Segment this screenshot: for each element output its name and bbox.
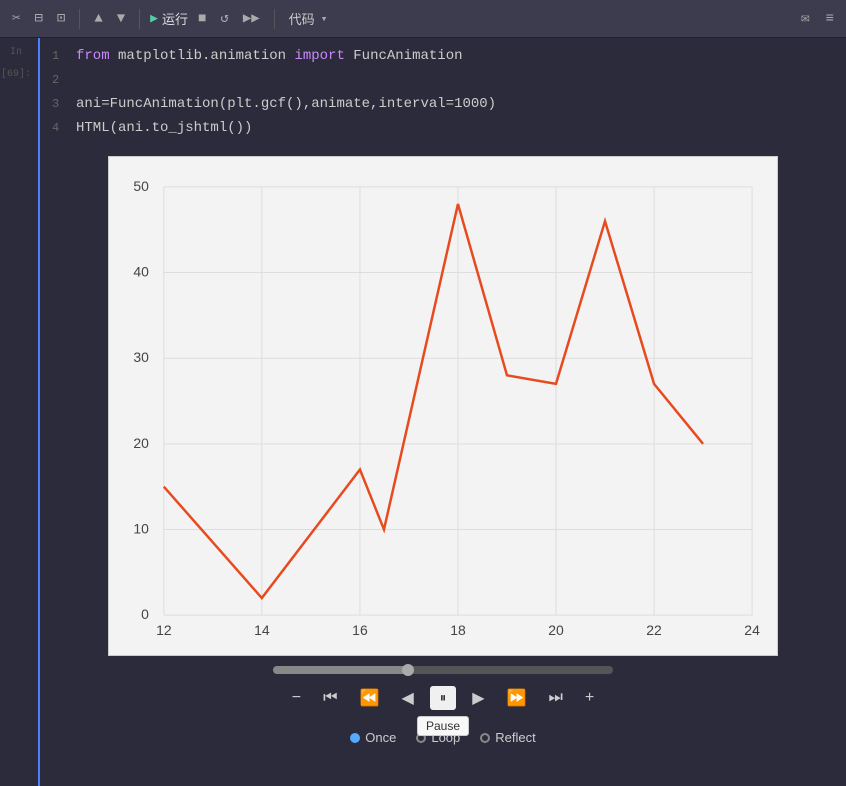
move-down-icon[interactable]: ▼ [113,9,129,29]
progress-handle[interactable] [402,664,414,676]
email-icon[interactable]: ✉ [797,8,813,29]
toolbar-right: ✉ ≡ [797,8,838,29]
code-area: 1 from matplotlib.animation import FuncA… [40,38,846,146]
prev-frame-button[interactable]: ⏪ [354,684,386,712]
play-button[interactable]: ▶ [466,684,490,712]
svg-text:22: 22 [646,622,662,638]
play-icon: ▶ [150,11,158,26]
minus-button[interactable]: − [286,685,307,711]
progress-fill [273,666,409,674]
reflect-option[interactable]: Reflect [480,730,535,745]
svg-text:20: 20 [133,435,149,451]
gutter: In [69]: [0,38,40,786]
chart-svg: .grid-line { stroke: #ddd; stroke-width:… [109,157,777,655]
once-radio[interactable] [350,733,360,743]
play-icon: ▶ [472,688,484,708]
svg-text:30: 30 [133,349,149,365]
svg-text:16: 16 [352,622,368,638]
pause-button[interactable]: ⏸ Pause [430,686,457,710]
svg-text:40: 40 [133,264,149,280]
plus-button[interactable]: + [579,685,600,711]
code-line-4: 4 HTML(ani.to_jshtml()) [52,116,834,140]
skip-to-end-icon: ⏭ [548,689,562,707]
code-line-3: 3 ani=FuncAnimation(plt.gcf(),animate,in… [52,92,834,116]
skip-to-end-button[interactable]: ⏭ [542,685,568,711]
chart-wrapper: .grid-line { stroke: #ddd; stroke-width:… [40,146,846,753]
control-buttons: − ⏮ ⏪ ◀ ⏸ Pause ▶ [286,684,600,712]
separator-1 [79,9,80,29]
next-frame-icon: ⏩ [507,688,527,708]
minus-icon: − [292,689,301,707]
svg-text:20: 20 [548,622,564,638]
reflect-radio[interactable] [480,733,490,743]
code-text-1: from matplotlib.animation import FuncAni… [76,44,463,68]
svg-text:10: 10 [133,520,149,536]
svg-text:18: 18 [450,622,466,638]
loop-label: Loop [431,730,460,745]
loop-option[interactable]: Loop [416,730,460,745]
line-num-1: 1 [52,44,68,68]
code-text-4: HTML(ani.to_jshtml()) [76,116,252,140]
separator-3 [274,9,275,29]
scissors-icon[interactable]: ✂ [8,8,24,29]
stop-icon[interactable]: ■ [194,9,210,29]
svg-text:24: 24 [744,622,760,638]
skip-to-start-button[interactable]: ⏮ [317,685,343,711]
copy-icon[interactable]: ⊟ [30,8,46,29]
svg-text:0: 0 [141,606,149,622]
chart-container: .grid-line { stroke: #ddd; stroke-width:… [108,156,778,656]
pause-icon: ⏸ [440,690,447,706]
animation-controls: − ⏮ ⏪ ◀ ⏸ Pause ▶ [50,656,836,753]
fast-forward-icon[interactable]: ▶▶ [239,8,264,29]
run-label: 运行 [162,9,188,28]
line-num-2: 2 [52,68,68,92]
code-label: 代码 [289,9,315,28]
once-option[interactable]: Once [350,730,396,745]
code-text-2 [76,68,84,92]
cell-label: In [69]: [0,42,32,86]
line-num-3: 3 [52,92,68,116]
svg-text:14: 14 [254,622,270,638]
run-button[interactable]: ▶ 运行 [150,9,188,28]
prev-frame-icon: ⏪ [360,688,380,708]
svg-text:50: 50 [133,178,149,194]
back-icon: ◀ [401,688,413,708]
playback-options: Once Loop Reflect [350,730,535,745]
dropdown-icon[interactable]: ▾ [321,12,328,26]
separator-2 [139,9,140,29]
code-line-2: 2 [52,68,834,92]
next-frame-button[interactable]: ⏩ [501,684,533,712]
svg-text:12: 12 [156,622,172,638]
skip-to-start-icon: ⏮ [323,689,337,707]
reflect-label: Reflect [495,730,535,745]
line-num-4: 4 [52,116,68,140]
paste-icon[interactable]: ⊡ [53,8,69,29]
progress-bar[interactable] [273,666,613,674]
refresh-icon[interactable]: ↺ [216,8,232,29]
once-label: Once [365,730,396,745]
list-icon[interactable]: ≡ [822,9,838,29]
main-area: In [69]: 1 from matplotlib.animation imp… [0,38,846,786]
code-line-1: 1 from matplotlib.animation import FuncA… [52,44,834,68]
loop-radio[interactable] [416,733,426,743]
code-text-3: ani=FuncAnimation(plt.gcf(),animate,inte… [76,92,496,116]
plus-icon: + [585,689,594,707]
toolbar: ✂ ⊟ ⊡ ▲ ▼ ▶ 运行 ■ ↺ ▶▶ 代码 ▾ ✉ ≡ [0,0,846,38]
back-button[interactable]: ◀ [395,684,419,712]
move-up-icon[interactable]: ▲ [90,9,106,29]
